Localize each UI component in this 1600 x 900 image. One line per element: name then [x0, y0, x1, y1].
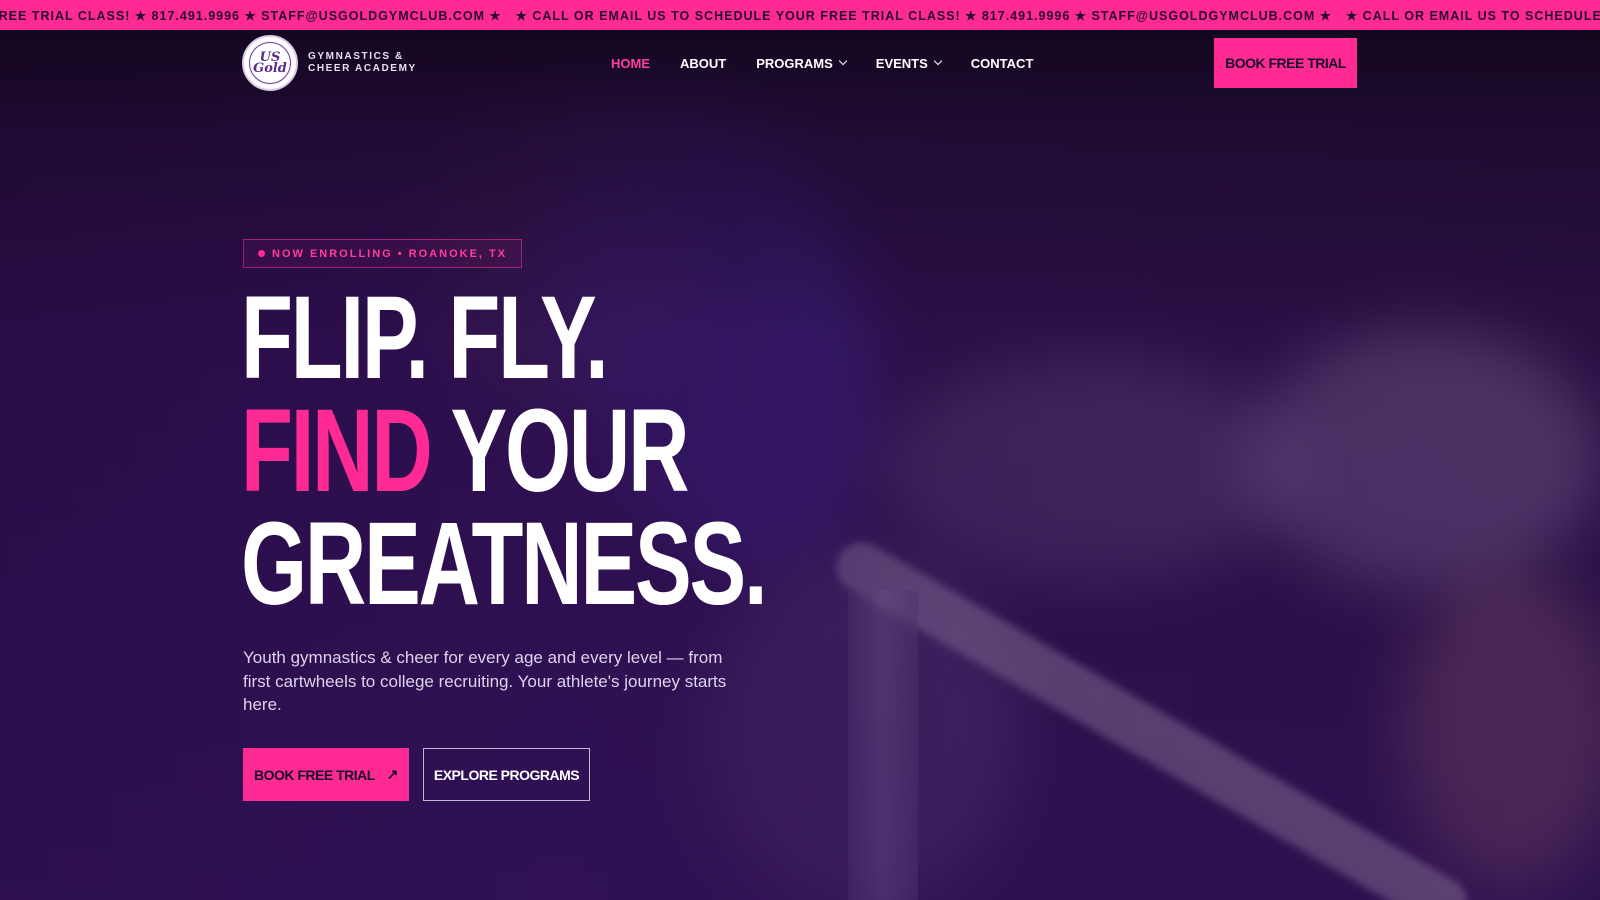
headline-line-3: GREATNESS. [241, 498, 768, 630]
hero-subtext: Youth gymnastics & cheer for every age a… [243, 648, 727, 714]
logo-line-2: CHEER ACADEMY [308, 63, 417, 74]
ticker-segment: ★ CALL OR EMAIL US TO SCHEDULE YOUR FREE… [1345, 8, 1600, 23]
nav-item-label: ABOUT [680, 55, 727, 71]
nav-item-contact[interactable]: CONTACT [971, 56, 1034, 71]
book-free-trial-nav-button[interactable]: BOOK FREE TRIAL [1214, 38, 1357, 88]
nav-item-label: PROGRAMS [756, 55, 833, 71]
nav-item-label: CONTACT [970, 55, 1034, 71]
logo-line-1: GYMNASTICS & [308, 51, 404, 62]
nav-menu: HOME ABOUT PROGRAMS EVENTS CONTACT [611, 30, 1063, 96]
ticker-segment: ★ CALL OR EMAIL US TO SCHEDULE YOUR FREE… [515, 8, 1332, 23]
book-free-trial-button[interactable]: BOOK FREE TRIAL ↗ [243, 748, 409, 801]
nav-item-programs[interactable]: PROGRAMS [756, 55, 848, 71]
book-free-trial-label: BOOK FREE TRIAL [253, 766, 375, 783]
hero-background-image [0, 30, 1600, 900]
logo-mark: US Gold [249, 42, 291, 84]
announcement-ticker: FREE TRIAL CLASS! ★ 817.491.9996 ★ STAFF… [0, 0, 1600, 30]
arrow-up-right-icon: ↗ [386, 766, 399, 782]
headline-line-2: FIND YOUR [241, 392, 765, 510]
logo-wordmark: GYMNASTICS & CHEER ACADEMY [308, 51, 417, 75]
dot-icon [258, 250, 265, 257]
site-logo[interactable]: US Gold GYMNASTICS & CHEER ACADEMY [242, 35, 417, 91]
nav-item-label: HOME [611, 55, 650, 71]
chevron-down-icon [838, 56, 848, 66]
nav-item-label: EVENTS [875, 55, 928, 71]
ticker-segment: FREE TRIAL CLASS! ★ 817.491.9996 ★ STAFF… [0, 8, 502, 23]
chevron-down-icon [933, 56, 943, 66]
logo-badge: US Gold [242, 35, 298, 91]
main-navbar: US Gold GYMNASTICS & CHEER ACADEMY HOME … [0, 30, 1600, 96]
nav-item-about[interactable]: ABOUT [680, 56, 726, 71]
enrollment-badge-text: NOW ENROLLING • ROANOKE, TX [272, 247, 508, 260]
headline-line-1: FLIP. FLY. [241, 272, 609, 404]
explore-programs-button[interactable]: EXPLORE PROGRAMS [423, 748, 590, 801]
hero-headline: FLIP. FLY. FIND YOUR GREATNESS. [241, 272, 768, 630]
nav-item-home[interactable]: HOME [611, 56, 650, 71]
ticker-track: FREE TRIAL CLASS! ★ 817.491.9996 ★ STAFF… [0, 0, 1600, 30]
nav-item-events[interactable]: EVENTS [875, 55, 943, 71]
enrollment-badge: NOW ENROLLING • ROANOKE, TX [243, 239, 523, 268]
